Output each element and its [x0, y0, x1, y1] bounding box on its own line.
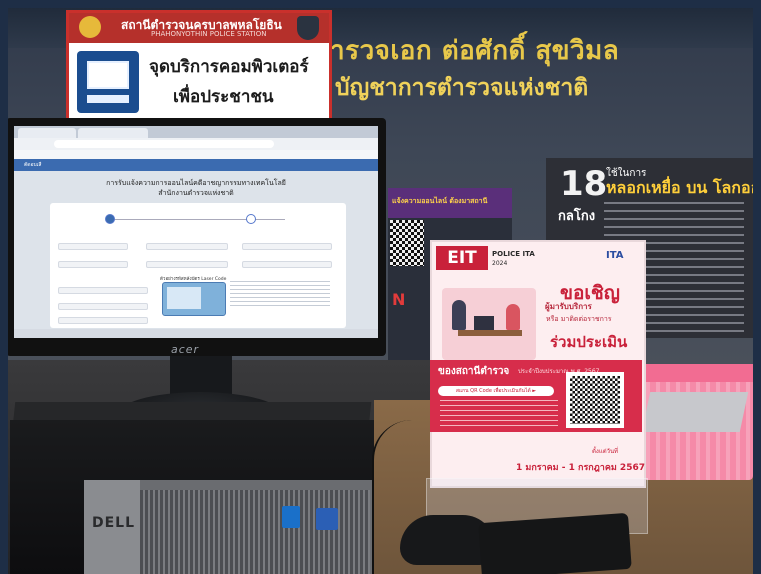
wall-headline-line2: บัญชาการตำรวจแห่งชาติ — [335, 75, 589, 101]
steps-line — [110, 219, 285, 220]
poster-join: ร่วมประเมิน — [550, 333, 628, 351]
online-report-poster-text: แจ้งความออนไลน์ ต้องมาสถานี — [392, 197, 488, 205]
frame-border-top — [0, 0, 761, 8]
step-1-dot — [105, 214, 115, 224]
computer-icon-screen — [87, 61, 129, 89]
page-header-text: ตัดอบเสี — [24, 162, 42, 168]
form-field[interactable] — [146, 261, 228, 268]
qr-code-icon — [390, 220, 424, 266]
computer-service-sign: สถานีตำรวจนครบาลพหลโยธิน PHAHONYOTHIN PO… — [66, 10, 332, 122]
poster-sub2: หรือ มาติดต่อราชการ — [546, 315, 612, 323]
poster-sub1: ผู้มารับบริการ — [545, 302, 592, 311]
dell-logo: DELL — [92, 515, 136, 531]
report-form: ตัวอย่างรหัสหลังบัตร Laser Code — [50, 203, 346, 328]
url-bar[interactable] — [54, 140, 274, 148]
wall-headline-line1: ารวจเอก ต่อศักดิ์ สุขวิมล — [330, 36, 620, 66]
taskbar — [14, 329, 378, 338]
police-ita-year: 2024 — [492, 260, 508, 267]
police-ita-label: POLICE ITA — [492, 250, 535, 258]
scam-poster-number: 18 — [560, 164, 608, 204]
form-field[interactable] — [58, 287, 148, 294]
form-field[interactable] — [242, 261, 332, 268]
poster-station: ของสถานีตำรวจ — [438, 366, 510, 377]
laser-code-description — [230, 281, 330, 307]
form-field[interactable] — [146, 243, 228, 250]
form-steps — [50, 209, 346, 229]
browser-tab[interactable] — [78, 128, 148, 138]
monitor-screen[interactable]: ตัดอบเสี การรับแจ้งความการออนไลน์คดีอาชญ… — [14, 126, 378, 338]
poster-letter: N — [392, 290, 406, 309]
poster-date-range: 1 มกราคม - 1 กรกฎาคม 2567 — [516, 463, 645, 473]
police-emblem-icon — [79, 16, 101, 38]
pink-basket-rim — [630, 364, 753, 382]
sign-line1: จุดบริการคอมพิวเตอร์ — [149, 57, 309, 77]
illustration-desk — [458, 330, 522, 336]
mouse-pad — [478, 512, 632, 574]
browser-tab[interactable] — [18, 128, 76, 138]
form-field[interactable] — [58, 243, 128, 250]
frame-border-left — [0, 0, 8, 574]
id-card-chip — [167, 287, 201, 309]
scam-poster-head2: หลอกเหยื่อ บน โลกออนไลน์ — [606, 178, 761, 197]
monitor: ตัดอบเสี การรับแจ้งความการออนไลน์คดีอาชญ… — [6, 118, 386, 356]
form-field[interactable] — [58, 303, 148, 310]
step-2-dot — [246, 214, 256, 224]
page-title-line2: สำนักงานตำรวจแห่งชาติ — [158, 189, 234, 197]
poster-scan-button: สแกน QR Code เพื่อประเมินกันได้ ► — [438, 386, 554, 396]
scam-poster-kalkong: กลโกง — [558, 209, 596, 224]
intel-sticker-icon — [282, 506, 300, 528]
form-field[interactable] — [58, 317, 148, 324]
officer-figure-icon — [452, 300, 466, 330]
eit-logo: EIT — [436, 246, 488, 270]
qr-code-icon — [570, 376, 620, 424]
citizen-figure-icon — [506, 304, 520, 330]
sign-line2: เพื่อประชาชน — [173, 87, 274, 107]
police-badge-icon — [297, 16, 319, 40]
computer-icon-keyboard — [87, 95, 129, 103]
ita-logo: ITA — [606, 250, 624, 261]
form-field[interactable] — [58, 261, 128, 268]
sign-station-en: PHAHONYOTHIN POLICE STATION — [151, 30, 267, 38]
id-card-image — [162, 282, 226, 316]
tower-grill — [140, 490, 370, 574]
windows-sticker-icon — [316, 508, 338, 530]
illustration-computer-icon — [474, 316, 494, 330]
monitor-brand: acer — [171, 343, 200, 356]
page-header-bar — [14, 159, 378, 171]
basket-contents — [641, 392, 749, 432]
poster-from-label: ตั้งแต่วันที่ — [592, 448, 619, 455]
poster-instructions — [440, 400, 558, 428]
photo-frame: ารวจเอก ต่อศักดิ์ สุขวิมล บัญชาการตำรวจแ… — [0, 0, 761, 574]
laser-code-label: ตัวอย่างรหัสหลังบัตร Laser Code — [160, 277, 227, 282]
frame-border-right — [753, 0, 761, 574]
form-field[interactable] — [242, 243, 332, 250]
bookmarks-bar — [14, 150, 378, 159]
computer-icon — [77, 51, 139, 113]
